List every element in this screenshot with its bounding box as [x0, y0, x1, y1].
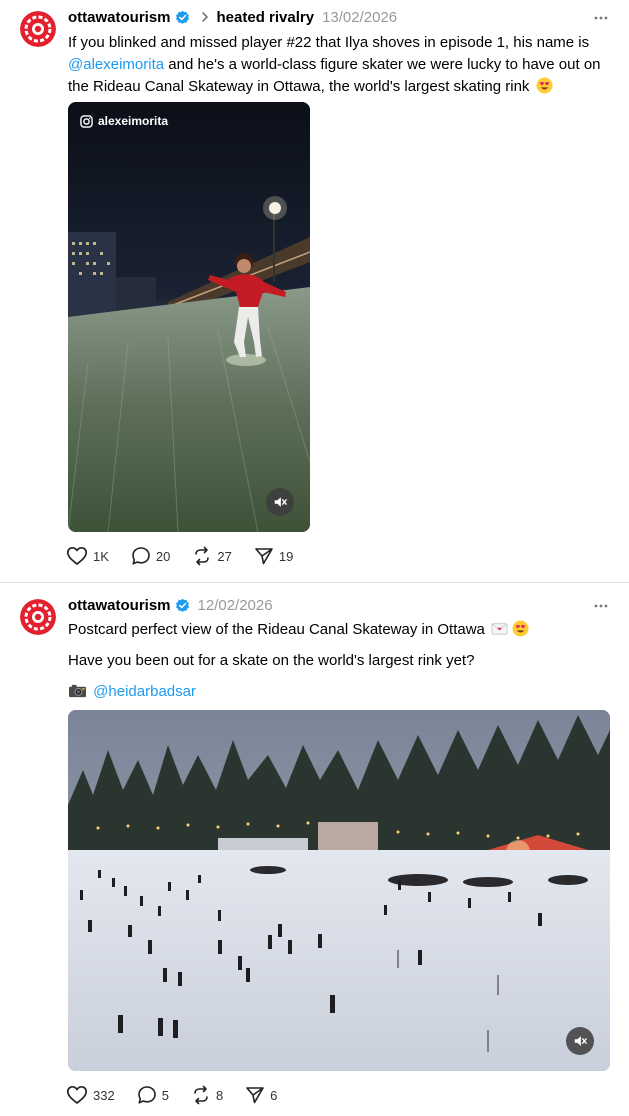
- post-actions: 332 5 8 6: [66, 1085, 299, 1105]
- camera-emoji: [68, 682, 86, 699]
- like-count: 332: [93, 1087, 115, 1103]
- post-text-part: If you blinked and missed player #22 tha…: [68, 34, 590, 51]
- comment-count: 20: [155, 548, 171, 564]
- video-thumbnail: [68, 710, 610, 1071]
- ellipsis-icon: [594, 16, 608, 20]
- topic-tag[interactable]: heated rivalry: [217, 9, 315, 26]
- share-button[interactable]: 19: [254, 546, 293, 566]
- muted-speaker-icon: [574, 1036, 587, 1046]
- more-options-button[interactable]: [593, 10, 609, 26]
- username[interactable]: ottawatourism: [68, 9, 171, 26]
- ellipsis-icon: [594, 604, 608, 608]
- video-player[interactable]: [68, 710, 610, 1071]
- heart-icon: [66, 546, 88, 565]
- repost-button[interactable]: 27: [192, 546, 232, 566]
- ottawa-logo-icon: [20, 599, 56, 635]
- send-icon: [255, 548, 273, 565]
- comment-button[interactable]: 20: [131, 546, 170, 566]
- post: ottawatourism heated rivalry 13/02/2026 …: [0, 0, 629, 582]
- repost-button[interactable]: 8: [191, 1085, 223, 1105]
- post-text-part: Postcard perfect view of the Rideau Cana…: [68, 621, 485, 638]
- share-count: 6: [270, 1087, 278, 1103]
- more-options-button[interactable]: [593, 598, 609, 614]
- chevron-right-icon: [198, 10, 212, 24]
- like-count: 1K: [93, 548, 109, 564]
- repost-count: 8: [215, 1087, 224, 1103]
- like-button[interactable]: 1K: [66, 546, 109, 566]
- avatar[interactable]: [20, 11, 56, 47]
- avatar[interactable]: [20, 599, 56, 635]
- post-text-line: Have you been out for a skate on the wor…: [68, 650, 474, 672]
- post-date: 12/02/2026: [197, 596, 273, 614]
- ottawa-logo-icon: [20, 11, 56, 47]
- post: ottawatourism 12/02/2026 Postcard perfec…: [0, 583, 629, 1116]
- video-thumbnail: [68, 102, 310, 532]
- post-header: ottawatourism heated rivalry 13/02/2026: [68, 6, 397, 28]
- comment-bubble-icon: [132, 547, 150, 565]
- heart-icon: [66, 1085, 88, 1104]
- repost-count: 27: [217, 548, 232, 564]
- send-icon: [246, 1087, 264, 1104]
- post-actions: 1K 20 27 19: [66, 546, 315, 566]
- share-button[interactable]: 6: [245, 1085, 277, 1105]
- mention-link[interactable]: @alexeimorita: [68, 56, 164, 73]
- post-text: If you blinked and missed player #22 tha…: [68, 32, 613, 98]
- mute-toggle-button[interactable]: [266, 488, 294, 516]
- mute-toggle-button[interactable]: [566, 1027, 594, 1055]
- like-button[interactable]: 332: [66, 1085, 115, 1105]
- mention-link[interactable]: @heidarbadsar: [93, 683, 196, 700]
- muted-speaker-icon: [274, 497, 287, 507]
- post-text-part: Have you been out for a skate on the wor…: [68, 652, 475, 669]
- instagram-handle: alexeimorita: [98, 114, 169, 128]
- heart-eyes-emoji: [536, 77, 553, 94]
- post-date: 13/02/2026: [322, 8, 398, 26]
- heart-eyes-emoji: [512, 620, 529, 637]
- comment-button[interactable]: 5: [137, 1085, 169, 1105]
- photo-credit-line: @heidarbadsar: [68, 681, 196, 703]
- comment-bubble-icon: [137, 1086, 156, 1104]
- instagram-credit[interactable]: alexeimorita: [80, 114, 168, 128]
- post-header: ottawatourism 12/02/2026: [68, 594, 273, 616]
- instagram-icon: [80, 114, 93, 128]
- video-player[interactable]: alexeimorita: [68, 102, 310, 532]
- share-count: 19: [278, 548, 294, 564]
- comment-count: 5: [161, 1087, 169, 1103]
- verified-badge-icon: [175, 598, 190, 613]
- love-letter-emoji: [491, 620, 508, 637]
- repost-icon: [194, 1085, 208, 1105]
- verified-badge-icon: [175, 10, 190, 25]
- username[interactable]: ottawatourism: [68, 597, 171, 614]
- repost-icon: [195, 546, 210, 566]
- post-text-line: Postcard perfect view of the Rideau Cana…: [68, 619, 529, 641]
